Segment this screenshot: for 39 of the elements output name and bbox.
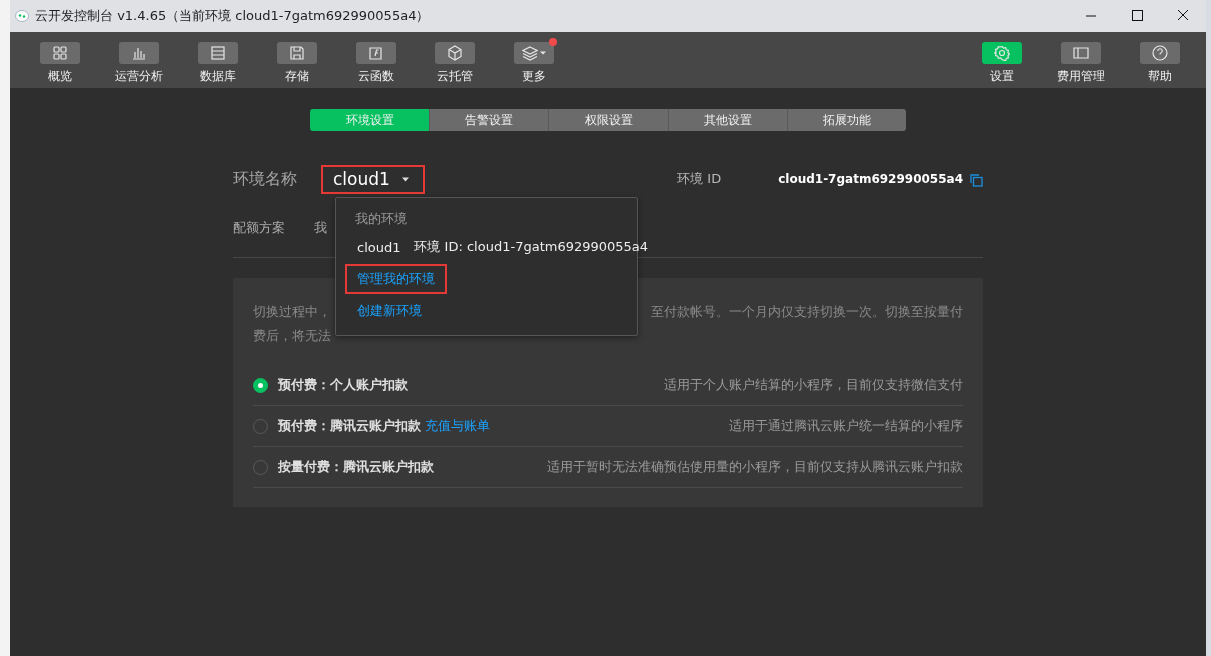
cube-icon [447,45,463,61]
recharge-link[interactable]: 充值与账单 [425,417,490,435]
caret-icon [401,176,409,182]
menu-item[interactable]: cloud1 环境 ID: cloud1-7gatm692990055a4 [345,232,661,262]
plan-label: 按量付费：腾讯云账户扣款 [278,458,434,476]
list-icon [210,45,226,61]
field-label: 配额方案 [233,219,286,237]
plan-description: 适用于暂时无法准确预估使用量的小程序，目前仅支持从腾讯云账户扣款 [547,458,963,476]
toolbar-button[interactable]: 费用管理 [1057,42,1105,85]
function-icon [368,45,384,61]
cloud-logo-icon [15,9,29,23]
window-title: 云开发控制台 v1.4.65（当前环境 cloud1-7gatm692990055a4） [35,7,430,25]
tab[interactable]: 权限设置 [548,109,668,131]
field-label: 我 [314,219,327,237]
plan-label: 预付费：腾讯云账户扣款 [278,417,421,435]
radio-button[interactable] [253,377,268,393]
ticket-icon [1073,45,1089,61]
plan-label: 预付费：个人账户扣款 [278,376,408,394]
menu-header: 我的环境 [354,210,408,228]
tab[interactable]: 拓展功能 [786,109,906,131]
field-label: 环境名称 [233,168,298,190]
grid-icon [52,45,68,61]
settings-icon [994,45,1010,61]
menu-item[interactable]: 管理我的环境 [345,264,447,294]
layers-icon [522,45,538,61]
bar-chart-icon [131,45,147,61]
environment-id: cloud1-7gatm692990055a4 [778,172,963,186]
tab[interactable]: 其他设置 [667,109,787,131]
menu-item[interactable]: 创建新环境 [345,296,434,326]
plan-description: 适用于个人账户结算的小程序，目前仅支持微信支付 [664,376,963,394]
tab[interactable]: 告警设置 [429,109,549,131]
toolbar-button[interactable]: 运营分析 [115,42,163,85]
field-label: 环境 ID [677,170,723,188]
help-icon [1152,45,1168,61]
caret-icon [540,50,546,56]
notice-text: 费后，将无法 [253,328,331,343]
copy-icon[interactable] [970,174,983,187]
notice-text: 切换过程中， [253,303,331,321]
environment-dropdown[interactable]: cloud1 [321,164,425,194]
